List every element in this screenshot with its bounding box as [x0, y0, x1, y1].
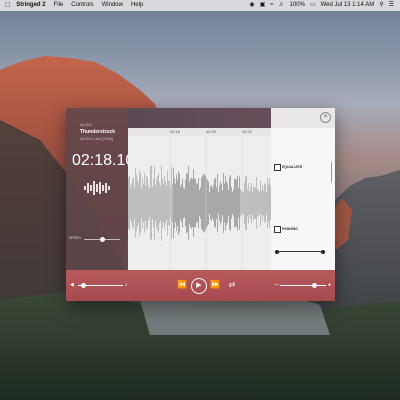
volume-slider-knob[interactable] [312, 283, 317, 288]
status-area: ◉ ▣ ≈ ♬ 100% ▭ Wed Jul 13 1:14 AM ⚲ ☰ [244, 0, 394, 11]
equalizer-checkbox[interactable] [274, 164, 281, 171]
track-info-sidebar: AC/DC Thunderstruck AC/DC Live [2150] 02… [66, 108, 134, 270]
speed-label: SPEED [69, 236, 81, 240]
ruler-tick: 02:18 [170, 129, 181, 134]
menu-help[interactable]: Help [131, 0, 143, 11]
panel-header: ✕ [271, 108, 335, 128]
display-icon[interactable]: ▣ [260, 0, 266, 11]
current-time: 02:18.10 [72, 152, 135, 169]
volume-status-icon[interactable]: ♬ [279, 0, 285, 11]
transport-bar: ◀ ♪ ⏪ ▶ ⏩ ⇄ — ● [66, 270, 335, 301]
equalizer-label: EQUALIZER [282, 165, 303, 169]
position-slider-knob[interactable] [80, 283, 86, 288]
menu-window[interactable]: Window [102, 0, 123, 11]
spotlight-icon[interactable]: ⚲ [379, 0, 383, 11]
panning-label: PANNING [282, 227, 298, 231]
wifi-icon[interactable]: ≈ [270, 0, 273, 11]
stringed-window: AC/DC Thunderstruck AC/DC Live [2150] 02… [66, 108, 335, 301]
album-name: AC/DC Live [2150] [80, 136, 114, 141]
effects-panel: EQUALIZER PANNING [271, 128, 335, 270]
app-status-icon[interactable]: ◉ [249, 0, 254, 11]
panning-right-knob[interactable] [321, 249, 325, 254]
panning-slider[interactable] [277, 251, 323, 252]
position-start-icon: ◀ [70, 282, 74, 288]
volume-low-icon: — [274, 282, 279, 288]
waveform [128, 136, 271, 270]
fast-forward-button[interactable]: ⏩ [209, 280, 221, 290]
close-panel-button[interactable]: ✕ [320, 112, 331, 123]
ruler-tick: 02:22 [242, 129, 253, 134]
menu-controls[interactable]: Controls [71, 0, 93, 11]
apple-icon[interactable]:  [5, 0, 10, 11]
speed-slider-knob[interactable] [100, 236, 105, 242]
menu-file[interactable]: File [54, 0, 64, 11]
menu-bar:  Stringed 2 File Controls Window Help ◉… [0, 0, 400, 11]
loop-button[interactable]: ⇄ [226, 280, 238, 290]
battery-percent[interactable]: 100% [290, 0, 305, 11]
volume-slider[interactable] [280, 285, 326, 286]
volume-high-icon: ● [328, 282, 332, 288]
waveform-view[interactable] [128, 136, 271, 270]
play-button[interactable]: ▶ [191, 278, 207, 294]
ruler-tick: 02:20 [206, 129, 217, 134]
panning-left-knob[interactable] [275, 249, 279, 254]
track-title: Thunderstruck [80, 129, 116, 135]
notification-center-icon[interactable]: ☰ [389, 0, 394, 11]
clock[interactable]: Wed Jul 13 1:14 AM [321, 0, 375, 11]
rewind-button[interactable]: ⏪ [176, 280, 188, 290]
mini-waveform-icon [84, 181, 110, 195]
panning-checkbox[interactable] [274, 226, 281, 233]
main-area: ✕ 02:18 02:20 02:22 EQUALIZER PANNING [128, 108, 335, 270]
panel-scrollbar[interactable] [331, 162, 332, 182]
menu-app-name[interactable]: Stringed 2 [16, 0, 45, 11]
position-end-icon: ♪ [125, 282, 128, 288]
artist-name: AC/DC [80, 122, 93, 127]
battery-icon[interactable]: ▭ [310, 0, 316, 11]
